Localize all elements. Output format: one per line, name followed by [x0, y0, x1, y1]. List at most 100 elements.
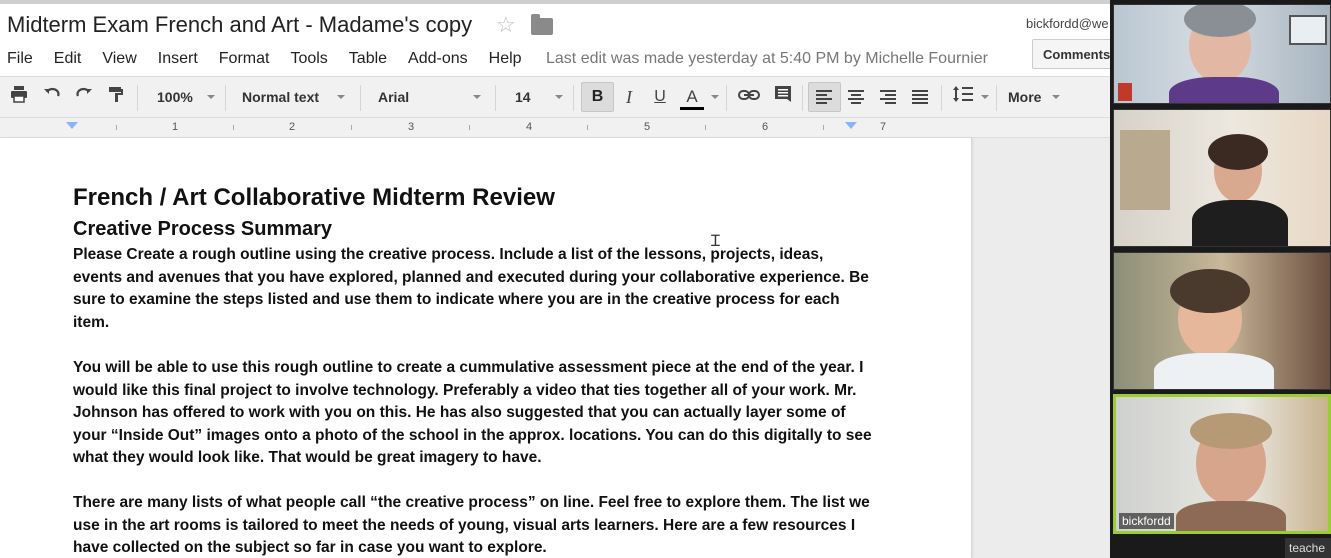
picture-frame	[1289, 15, 1327, 45]
align-center-icon[interactable]	[848, 90, 864, 104]
paragraph[interactable]: Please Create a rough outline using the …	[73, 244, 873, 334]
toolbar-divider	[495, 85, 496, 111]
ruler: 1 2 3 4 5 6 7	[0, 118, 1110, 138]
muted-icon[interactable]	[1118, 83, 1132, 101]
document-page[interactable]: French / Art Collaborative Midterm Revie…	[0, 138, 972, 558]
participant-video[interactable]	[1113, 109, 1331, 247]
right-indent-marker[interactable]	[845, 122, 857, 129]
chevron-down-icon	[1052, 95, 1060, 99]
toolbar-divider	[137, 85, 138, 111]
text-color-label: A	[686, 87, 698, 106]
participant-name-tag: bickfordd	[1119, 513, 1174, 529]
redo-icon[interactable]	[72, 85, 96, 109]
menu-file[interactable]: File	[7, 50, 33, 68]
chevron-down-icon[interactable]	[711, 95, 719, 99]
participant-shirt	[1154, 353, 1274, 389]
toolbar-divider	[802, 85, 803, 111]
style-select[interactable]: Normal text	[242, 89, 347, 105]
ruler-number: 2	[289, 121, 296, 133]
ruler-tick	[587, 125, 588, 130]
paint-format-icon[interactable]	[104, 85, 128, 109]
zoom-select[interactable]: 100%	[157, 89, 217, 105]
left-indent-marker[interactable]	[66, 122, 78, 129]
participant-shirt	[1192, 200, 1288, 246]
align-right-icon[interactable]	[880, 90, 896, 104]
ruler-tick	[823, 125, 824, 130]
paragraph[interactable]: You will be able to use this rough outli…	[73, 357, 873, 470]
toolbar-divider	[573, 85, 574, 111]
comments-button[interactable]: Comments	[1032, 39, 1122, 69]
participant-hair	[1170, 269, 1250, 313]
toolbar-divider	[225, 85, 226, 111]
bold-button[interactable]: B	[581, 82, 614, 112]
zoom-value: 100%	[157, 89, 193, 105]
align-justify-icon[interactable]	[912, 90, 928, 104]
comment-icon[interactable]	[771, 85, 795, 109]
participant-hair	[1208, 134, 1268, 170]
ruler-number: 3	[408, 121, 415, 133]
last-edit-status[interactable]: Last edit was made yesterday at 5:40 PM …	[546, 50, 988, 68]
menu-view[interactable]: View	[102, 50, 136, 68]
menu-addons[interactable]: Add-ons	[408, 50, 468, 68]
screen: Midterm Exam French and Art - Madame's c…	[0, 0, 1331, 558]
document-subheading[interactable]: Creative Process Summary	[73, 218, 332, 241]
chevron-down-icon[interactable]	[981, 95, 989, 99]
style-value: Normal text	[242, 89, 320, 105]
font-select[interactable]: Arial	[378, 89, 483, 105]
participant-shirt	[1176, 501, 1286, 531]
italic-button[interactable]: I	[617, 85, 641, 109]
ruler-tick	[469, 125, 470, 130]
star-icon[interactable]: ☆	[496, 13, 516, 37]
toolbar-divider	[996, 85, 997, 111]
align-left-icon	[816, 90, 832, 104]
menu-bar: File Edit View Insert Format Tools Table…	[7, 50, 543, 68]
participant-video[interactable]	[1113, 4, 1331, 104]
font-value: Arial	[378, 89, 410, 105]
participant-hair	[1190, 413, 1272, 449]
chevron-down-icon	[473, 95, 481, 99]
participant-label: teache	[1285, 538, 1331, 558]
toolbar-divider	[360, 85, 361, 111]
menu-help[interactable]: Help	[489, 50, 522, 68]
participant-video[interactable]	[1113, 252, 1331, 390]
line-spacing-icon[interactable]	[951, 85, 975, 109]
menu-table[interactable]: Table	[349, 50, 387, 68]
toolbar-divider	[726, 85, 727, 111]
video-call-panel: bickfordd	[1110, 0, 1331, 558]
ruler-tick	[705, 125, 706, 130]
print-icon[interactable]	[7, 85, 31, 109]
ruler-number: 1	[172, 121, 179, 133]
menu-tools[interactable]: Tools	[290, 50, 327, 68]
folder-icon[interactable]	[531, 14, 553, 35]
document-canvas: French / Art Collaborative Midterm Revie…	[0, 138, 1110, 558]
document-title[interactable]: Midterm Exam French and Art - Madame's c…	[7, 12, 472, 38]
menu-format[interactable]: Format	[219, 50, 270, 68]
link-icon[interactable]	[737, 85, 761, 109]
undo-icon[interactable]	[40, 85, 64, 109]
ruler-number: 4	[526, 121, 533, 133]
participant-video-active[interactable]: bickfordd	[1113, 394, 1331, 534]
ruler-number: 6	[762, 121, 769, 133]
chevron-down-icon	[207, 95, 215, 99]
underline-button[interactable]: U	[648, 85, 672, 109]
ruler-tick	[351, 125, 352, 130]
font-size-value: 14	[515, 89, 531, 105]
more-menu[interactable]: More	[1008, 89, 1068, 105]
ruler-tick	[233, 125, 234, 130]
toolbar-divider	[941, 85, 942, 111]
ruler-number: 7	[880, 121, 887, 133]
menu-edit[interactable]: Edit	[54, 50, 82, 68]
menu-insert[interactable]: Insert	[158, 50, 198, 68]
ruler-number: 5	[644, 121, 651, 133]
participant-shirt	[1169, 77, 1279, 103]
font-size-select[interactable]: 14	[515, 89, 565, 105]
ruler-tick	[116, 125, 117, 130]
more-label: More	[1008, 89, 1042, 105]
account-email[interactable]: bickfordd@we	[1026, 16, 1109, 31]
text-color-button[interactable]: A	[680, 85, 704, 110]
document-heading[interactable]: French / Art Collaborative Midterm Revie…	[73, 184, 555, 212]
align-left-button[interactable]	[808, 82, 841, 112]
text-cursor-icon: Ɪ	[711, 233, 720, 250]
paragraph[interactable]: There are many lists of what people call…	[73, 492, 873, 558]
chevron-down-icon	[555, 95, 563, 99]
